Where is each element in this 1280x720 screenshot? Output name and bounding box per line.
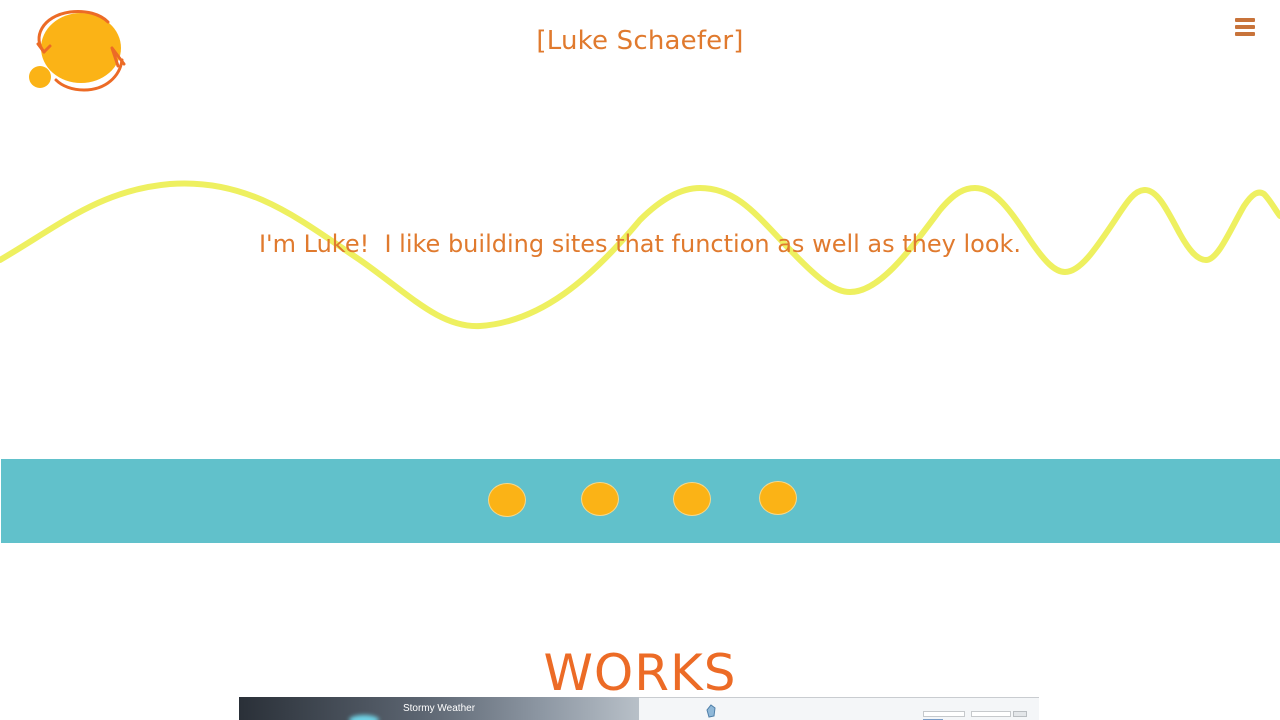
hamburger-menu-icon-bar (1235, 25, 1255, 29)
hamburger-menu-icon-bar (1235, 32, 1255, 36)
thumbnail-email-field (923, 711, 965, 717)
thumbnail-password-field (971, 711, 1011, 717)
work-card-stormy-weather[interactable]: Stormy Weather (239, 697, 639, 720)
app-logo-icon (706, 704, 716, 718)
work-card-caption: Stormy Weather (402, 703, 476, 714)
page: [Luke Schaefer] I'm Luke! I like buildin… (0, 0, 1280, 720)
carousel-dot[interactable] (759, 481, 797, 515)
site-title: [Luke Schaefer] (536, 26, 744, 56)
carousel-dot[interactable] (673, 482, 711, 516)
hero-tagline: I'm Luke! I like building sites that fun… (258, 230, 1022, 258)
thumbnail-login-button (1013, 711, 1027, 717)
hamburger-menu-icon (1235, 18, 1255, 22)
work-card-thumbnail-glow (349, 715, 379, 720)
menu-button[interactable] (1230, 14, 1260, 40)
carousel-band (1, 459, 1280, 543)
carousel-dot[interactable] (581, 482, 619, 516)
work-card-login-app[interactable] (639, 697, 1039, 720)
carousel-dot[interactable] (488, 483, 526, 517)
works-heading: WORKS (543, 644, 737, 702)
works-grid: Stormy Weather (239, 697, 1039, 720)
